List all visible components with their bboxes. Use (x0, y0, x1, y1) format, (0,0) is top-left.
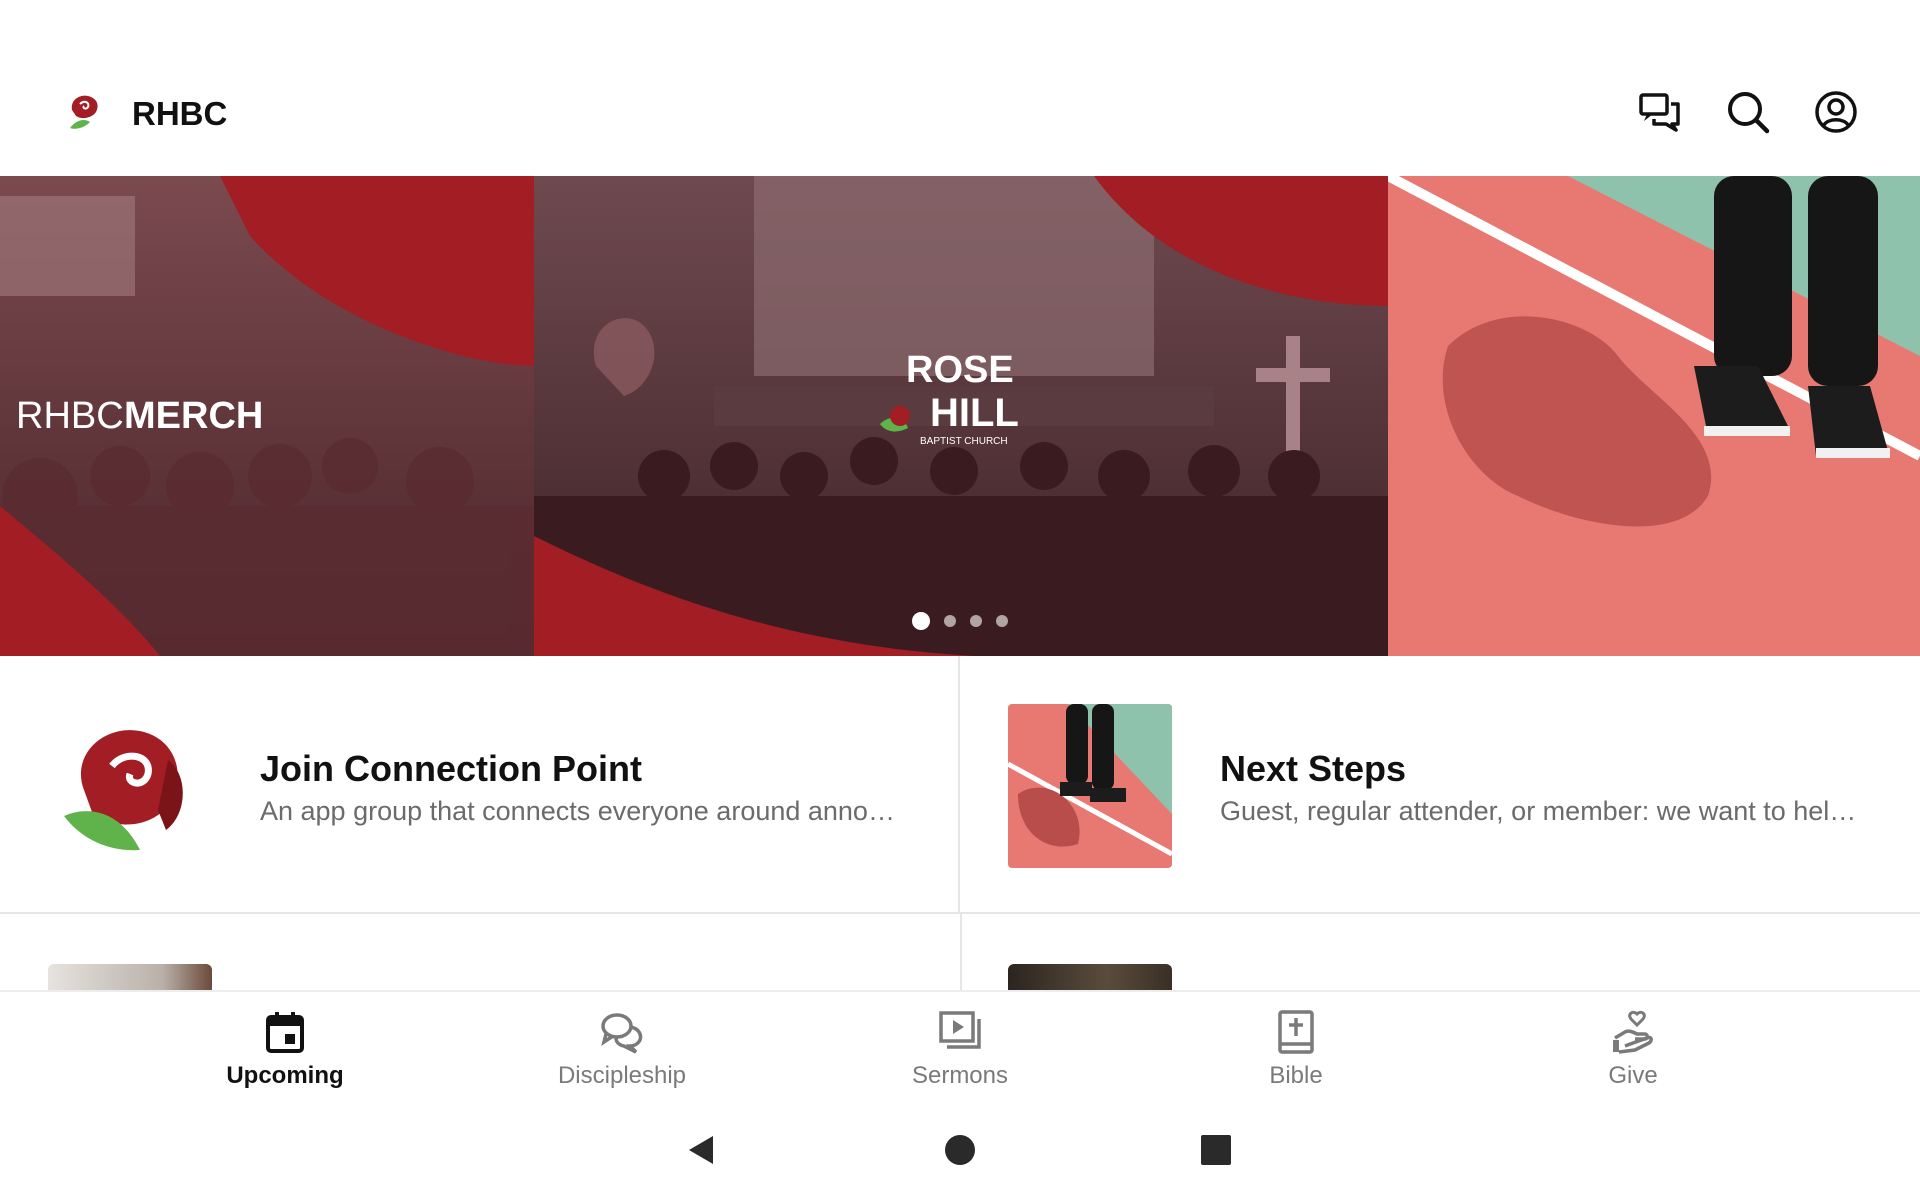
tab-label: Upcoming (226, 1062, 344, 1089)
rosehill-line3: BAPTIST CHURCH (920, 436, 1008, 447)
featured-carousel[interactable]: RHBC MERCH ROSE HILL BAPTIST CHURCH (0, 176, 1920, 656)
grid-divider (960, 914, 962, 990)
tab-label: Bible (1269, 1062, 1323, 1089)
search-button[interactable] (1722, 86, 1774, 138)
home-icon[interactable] (942, 1132, 978, 1168)
card-peek-thumbnail[interactable] (48, 964, 212, 992)
app-title: RHBC (132, 95, 228, 132)
card-description: Guest, regular attender, or member: we w… (1220, 796, 1857, 826)
card-peek-thumbnail[interactable] (1008, 964, 1172, 992)
video-icon (939, 1011, 981, 1049)
carousel-slide-photo[interactable] (1388, 176, 1920, 656)
carousel-dot-2[interactable] (944, 615, 956, 627)
carousel-slide-merch[interactable]: RHBC MERCH (0, 176, 534, 656)
search-icon (1728, 92, 1770, 134)
card-next-steps[interactable]: Next Steps Guest, regular attender, or m… (960, 656, 1920, 914)
tab-upcoming[interactable]: Upcoming (185, 1010, 385, 1090)
card-thumbnail (48, 704, 212, 868)
chat-bubbles-icon (601, 1013, 643, 1054)
rhbc-logo (70, 95, 98, 129)
give-icon (1613, 1010, 1653, 1054)
bible-icon (1278, 1010, 1314, 1054)
tab-label: Discipleship (557, 1062, 687, 1089)
carousel-dot-4[interactable] (996, 615, 1008, 627)
merch-text-bold: MERCH (124, 395, 263, 437)
back-icon[interactable] (683, 1132, 719, 1168)
recents-icon[interactable] (1198, 1132, 1234, 1168)
bottom-tab-bar: Upcoming Discipleship Sermons Bible Give (0, 990, 1920, 1100)
carousel-dot-1[interactable] (912, 612, 930, 630)
chat-button[interactable] (1634, 86, 1686, 138)
card-join-connection-point[interactable]: Join Connection Point An app group that … (0, 656, 960, 914)
chat-icon (1639, 93, 1680, 132)
calendar-icon (266, 1012, 304, 1053)
card-description: An app group that connects everyone arou… (260, 796, 895, 826)
card-title: Next Steps (1220, 748, 1407, 789)
tab-sermons[interactable]: Sermons (860, 1010, 1060, 1090)
merch-text-light: RHBC (16, 395, 124, 437)
content-grid: Join Connection Point An app group that … (0, 656, 1920, 992)
card-title: Join Connection Point (260, 748, 642, 789)
tab-give[interactable]: Give (1533, 1010, 1733, 1090)
account-button[interactable] (1810, 86, 1862, 138)
tab-label: Give (1608, 1062, 1658, 1089)
card-thumbnail (1008, 704, 1172, 868)
rosehill-line2: HILL (930, 391, 1019, 435)
tab-bible[interactable]: Bible (1196, 1010, 1396, 1090)
carousel-slide-rosehill[interactable]: ROSE HILL BAPTIST CHURCH (534, 176, 1388, 656)
sneakers-photo (1008, 704, 1172, 868)
rose-logo-icon (64, 730, 183, 851)
tab-label: Sermons (911, 1062, 1009, 1089)
tab-discipleship[interactable]: Discipleship (522, 1010, 722, 1090)
carousel-dots (912, 612, 1008, 630)
carousel-dot-3[interactable] (970, 615, 982, 627)
app-header: RHBC (0, 0, 1920, 176)
rosehill-line1: ROSE (906, 349, 1014, 391)
system-nav-bar (0, 1098, 1920, 1200)
account-icon (1815, 91, 1857, 133)
